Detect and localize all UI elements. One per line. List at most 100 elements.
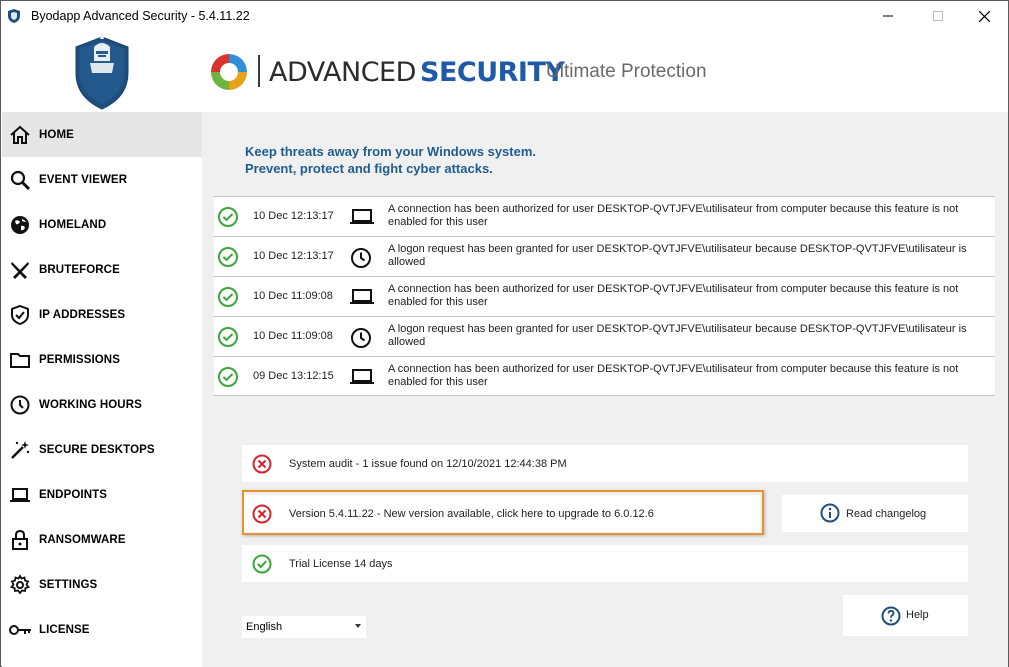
sidebar-item-label: HOMELAND [39, 218, 107, 231]
crossed-swords-icon [8, 258, 32, 282]
read-changelog-label: Read changelog [846, 508, 927, 520]
check-circle-icon [218, 367, 238, 387]
event-message: A connection has been authorized for use… [388, 363, 959, 388]
clock-icon [351, 328, 371, 348]
help-icon [881, 606, 901, 626]
tagline-line-1: Keep threats away from your Windows syst… [245, 144, 537, 159]
event-message: A logon request has been granted for use… [388, 323, 967, 348]
home-icon [8, 123, 32, 147]
language-select[interactable]: English [242, 616, 366, 638]
sidebar-item-endpoints[interactable]: ENDPOINTS [2, 472, 202, 517]
event-message: A connection has been authorized for use… [388, 203, 959, 228]
magic-wand-icon [8, 438, 32, 462]
padlock-icon [8, 528, 32, 552]
brand-advanced-text: ADVANCED [269, 57, 416, 88]
language-value: English [246, 621, 283, 633]
sidebar-item-label: IP ADDRESSES [39, 308, 126, 321]
highlight-frame [242, 490, 764, 535]
minimize-button[interactable] [865, 1, 911, 31]
sidebar-item-label: WORKING HOURS [39, 398, 142, 411]
maximize-button[interactable] [915, 1, 961, 31]
sidebar-item-license[interactable]: LICENSE [2, 607, 202, 652]
shield-app-icon [8, 9, 20, 23]
gear-icon [8, 573, 32, 597]
check-circle-icon [218, 247, 238, 267]
event-row[interactable]: 10 Dec 11:09:08 A connection has been au… [214, 276, 995, 316]
sidebar-item-label: LICENSE [39, 623, 90, 636]
event-message: A logon request has been granted for use… [388, 243, 967, 268]
license-text: Trial License 14 days [289, 558, 393, 570]
brand-header: ADVANCED SECURITY Ultimate Protection [202, 31, 1008, 112]
laptop-icon [8, 483, 32, 507]
error-circle-icon [252, 454, 272, 474]
sidebar-item-ransomware[interactable]: RANSOMWARE [2, 517, 202, 562]
laptop-icon [350, 369, 374, 384]
close-icon [978, 10, 990, 22]
clock-icon [351, 248, 371, 268]
title-bar: Byodapp Advanced Security - 5.4.11.22 [1, 1, 1008, 31]
check-circle-icon [218, 287, 238, 307]
system-audit-status[interactable]: System audit - 1 issue found on 12/10/20… [242, 445, 968, 482]
sidebar-item-label: SETTINGS [39, 578, 98, 591]
event-date: 10 Dec 12:13:17 [253, 210, 334, 222]
brand-separator [258, 55, 260, 87]
brand-security-text: SECURITY [420, 57, 565, 88]
laptop-icon [350, 209, 374, 224]
sidebar-item-secure-desktops[interactable]: SECURE DESKTOPS [2, 427, 202, 472]
shield-check-icon [8, 303, 32, 327]
laptop-icon [350, 289, 374, 304]
event-message: A connection has been authorized for use… [388, 283, 959, 308]
globe-icon [8, 213, 32, 237]
key-icon [8, 618, 32, 642]
app-window: Byodapp Advanced Security - 5.4.11.22 HO… [0, 0, 1009, 667]
folder-icon [8, 348, 32, 372]
sidebar-item-label: SECURE DESKTOPS [39, 443, 155, 456]
sidebar-item-settings[interactable]: SETTINGS [2, 562, 202, 607]
knight-shield-logo [75, 34, 129, 110]
magnifier-icon [8, 168, 32, 192]
sidebar-item-bruteforce[interactable]: BRUTEFORCE [2, 247, 202, 292]
sidebar-item-label: PERMISSIONS [39, 353, 120, 366]
help-button[interactable]: Help [843, 595, 968, 636]
dropdown-arrow-icon [355, 624, 361, 628]
sidebar-item-label: RANSOMWARE [39, 533, 126, 546]
sidebar-item-working-hours[interactable]: WORKING HOURS [2, 382, 202, 427]
event-row[interactable]: 10 Dec 12:13:17 A connection has been au… [214, 196, 995, 236]
sidebar-item-permissions[interactable]: PERMISSIONS [2, 337, 202, 382]
sidebar-item-ip-addresses[interactable]: IP ADDRESSES [2, 292, 202, 337]
event-row[interactable]: 10 Dec 12:13:17 A logon request has been… [214, 236, 995, 276]
event-date: 10 Dec 12:13:17 [253, 250, 334, 262]
event-row[interactable]: 10 Dec 11:09:08 A logon request has been… [214, 316, 995, 356]
system-audit-text: System audit - 1 issue found on 12/10/20… [289, 458, 567, 470]
minimize-icon [883, 15, 893, 17]
home-tagline: Keep threats away from your Windows syst… [245, 143, 536, 177]
check-circle-icon [218, 207, 238, 227]
sidebar-item-label: ENDPOINTS [39, 488, 107, 501]
colored-ring-logo [211, 54, 247, 90]
read-changelog-button[interactable]: Read changelog [782, 495, 968, 532]
sidebar-logo [2, 31, 202, 112]
help-label: Help [906, 609, 929, 621]
info-icon [820, 503, 840, 523]
event-list: 10 Dec 12:13:17 A connection has been au… [214, 196, 995, 396]
close-button[interactable] [961, 1, 1007, 31]
brand-tagline: Ultimate Protection [546, 61, 707, 82]
event-row[interactable]: 09 Dec 13:12:15 A connection has been au… [214, 356, 995, 396]
event-date: 10 Dec 11:09:08 [253, 290, 333, 302]
sidebar-item-homeland[interactable]: HOMELAND [2, 202, 202, 247]
sidebar: HOME EVENT VIEWER HOMELAND BRUTEFORCE IP [2, 31, 202, 667]
event-date: 09 Dec 13:12:15 [253, 370, 334, 382]
maximize-icon [933, 11, 943, 21]
license-status[interactable]: Trial License 14 days [242, 545, 968, 582]
sidebar-item-home[interactable]: HOME [2, 112, 202, 157]
sidebar-item-event-viewer[interactable]: EVENT VIEWER [2, 157, 202, 202]
sidebar-item-label: EVENT VIEWER [39, 173, 128, 186]
check-circle-icon [218, 327, 238, 347]
check-circle-icon [252, 554, 272, 574]
clock-icon [8, 393, 32, 417]
tagline-line-2: Prevent, protect and fight cyber attacks… [245, 161, 493, 176]
sidebar-item-label: BRUTEFORCE [39, 263, 120, 276]
event-date: 10 Dec 11:09:08 [253, 330, 333, 342]
window-title: Byodapp Advanced Security - 5.4.11.22 [31, 9, 250, 23]
sidebar-item-label: HOME [39, 128, 74, 141]
